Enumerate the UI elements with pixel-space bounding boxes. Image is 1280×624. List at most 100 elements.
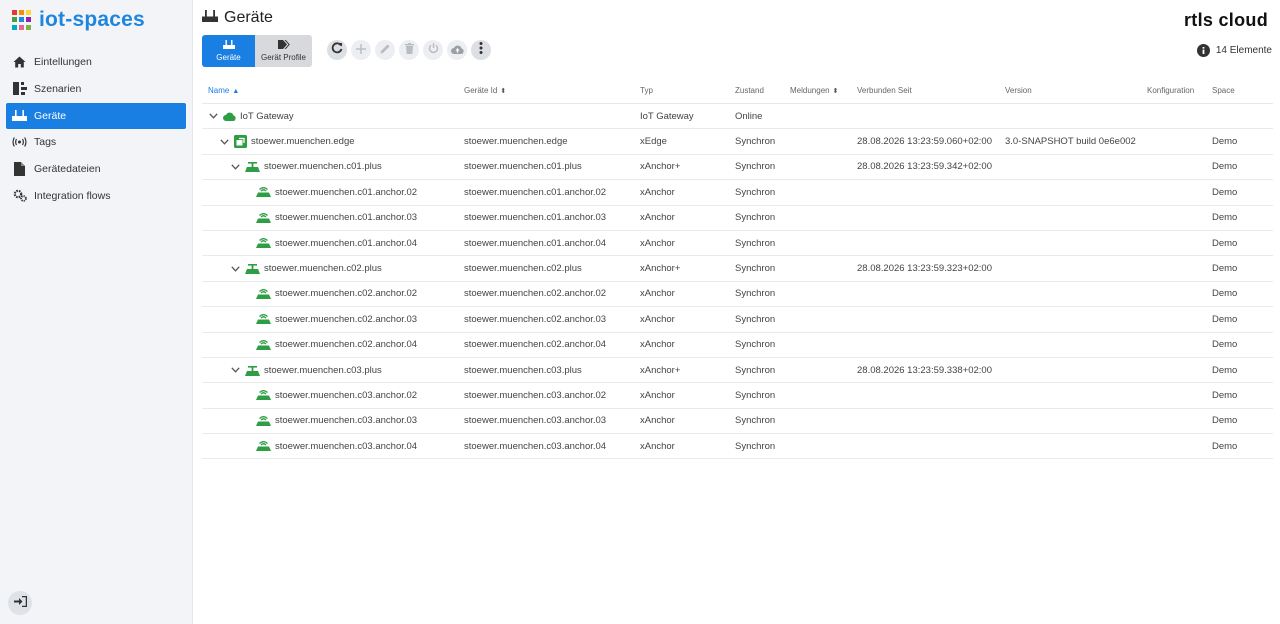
- device-id: stoewer.muenchen.c02.anchor.02: [464, 288, 607, 300]
- column-header-verbunden[interactable]: Verbunden Seit: [857, 86, 912, 95]
- device-type: xAnchor: [640, 440, 675, 452]
- view-toggle: Geräte Gerät Profile: [202, 35, 312, 67]
- device-state: Synchron: [735, 440, 776, 452]
- device-state: Synchron: [735, 263, 776, 275]
- device-state: Synchron: [735, 237, 776, 249]
- sidebar-item-geraetedateien[interactable]: Gerätedateien: [6, 156, 186, 182]
- delete-button[interactable]: [399, 40, 419, 60]
- devices-table: Name ▲ Geräte Id ⬍ Typ Zustand Meldungen ⬍ …: [202, 77, 1273, 460]
- device-space: Demo: [1212, 389, 1238, 401]
- table-row[interactable]: stoewer.muenchen.c02.anchor.03 stoewer.mu…: [202, 307, 1273, 333]
- sidebar-item-label: Szenarien: [34, 82, 82, 95]
- cloud-upload-button[interactable]: [447, 40, 467, 60]
- table-row[interactable]: IoT Gateway IoT Gateway Online: [202, 104, 1273, 130]
- table-row[interactable]: stoewer.muenchen.c02.plus stoewer.muenche…: [202, 256, 1273, 282]
- device-space: Demo: [1212, 212, 1238, 224]
- collapse-sidebar-button[interactable]: [8, 591, 32, 615]
- devices-view-label: Geräte: [216, 53, 241, 62]
- device-type: xAnchor: [640, 339, 675, 351]
- table-row[interactable]: stoewer.muenchen.c03.anchor.02 stoewer.mu…: [202, 383, 1273, 409]
- name-cell: stoewer.muenchen.c02.plus: [230, 263, 382, 275]
- chevron-down-icon[interactable]: [230, 365, 240, 375]
- sidebar-item-integration-flows[interactable]: Integration flows: [6, 183, 186, 209]
- table-row[interactable]: stoewer.muenchen.c01.anchor.04 stoewer.mu…: [202, 231, 1273, 257]
- sidebar-item-label: Tags: [34, 136, 57, 149]
- sidebar: iot-spaces Eintellungen Szenarien Geräte: [0, 0, 193, 624]
- edge-icon: [234, 135, 247, 149]
- device-type: xAnchor: [640, 186, 675, 198]
- sidebar-item-einstellungen[interactable]: Eintellungen: [6, 49, 186, 75]
- brand-grid-square: [19, 17, 24, 23]
- chevron-down-icon[interactable]: [230, 162, 240, 172]
- device-state: Online: [735, 110, 763, 122]
- device-type: xAnchor+: [640, 364, 681, 376]
- sidebar-item-szenarien[interactable]: Szenarien: [6, 76, 186, 102]
- cloud-icon: [223, 112, 236, 121]
- chevron-down-icon[interactable]: [219, 137, 229, 147]
- profiles-view-button[interactable]: Gerät Profile: [255, 35, 312, 67]
- table-row[interactable]: stoewer.muenchen.c01.anchor.02 stoewer.mu…: [202, 180, 1273, 206]
- table-row[interactable]: stoewer.muenchen.c02.anchor.04 stoewer.mu…: [202, 333, 1273, 358]
- element-count-text: 14 Elemente: [1215, 45, 1272, 56]
- chevron-down-icon[interactable]: [208, 111, 218, 121]
- brand-grid-square: [19, 10, 24, 15]
- table-row[interactable]: stoewer.muenchen.c01.anchor.03 stoewer.mu…: [202, 206, 1273, 231]
- rtls-logo: rtls cloud: [1183, 10, 1268, 30]
- device-version: 3.0-SNAPSHOT build 0e6e002: [1005, 136, 1136, 148]
- column-header-version[interactable]: Version: [1005, 86, 1032, 95]
- device-state: Synchron: [735, 161, 776, 173]
- anchor-icon: [256, 187, 271, 198]
- devices-view-button[interactable]: Geräte: [202, 35, 255, 67]
- device-name: stoewer.muenchen.c02.anchor.02: [275, 288, 418, 300]
- device-space: Demo: [1212, 263, 1238, 275]
- edit-button[interactable]: [375, 40, 395, 60]
- cloud-upload-icon: [450, 41, 464, 59]
- sidebar-item-tags[interactable]: Tags: [6, 129, 186, 155]
- brand-grid-square: [12, 17, 17, 23]
- name-cell: stoewer.muenchen.c03.anchor.03: [241, 415, 417, 426]
- connected-since: 28.08.2026 13:23:59.338+02:00: [857, 364, 992, 376]
- scenarios-icon: [12, 81, 27, 96]
- device-name: stoewer.muenchen.c01.anchor.02: [275, 186, 418, 198]
- brand-name: iot-spaces: [39, 8, 145, 31]
- table-row[interactable]: stoewer.muenchen.c01.plus stoewer.muenche…: [202, 155, 1273, 181]
- more-vertical-icon: [479, 41, 483, 59]
- table-row[interactable]: stoewer.muenchen.c03.plus stoewer.muenche…: [202, 358, 1273, 384]
- device-state: Synchron: [735, 415, 776, 427]
- device-type: xAnchor: [640, 212, 675, 224]
- power-button[interactable]: [423, 40, 443, 60]
- column-header-typ[interactable]: Typ: [640, 86, 653, 95]
- column-header-name[interactable]: Name ▲: [208, 86, 239, 95]
- device-name: stoewer.muenchen.c03.anchor.04: [275, 440, 418, 452]
- table-row[interactable]: stoewer.muenchen.c03.anchor.03 stoewer.mu…: [202, 409, 1273, 435]
- column-header-konfiguration[interactable]: Konfiguration: [1147, 86, 1194, 95]
- more-options-button[interactable]: [471, 40, 491, 60]
- anchor-icon: [256, 415, 271, 426]
- sign-in-icon: [13, 594, 27, 612]
- name-cell: stoewer.muenchen.edge: [219, 135, 355, 149]
- table-row[interactable]: stoewer.muenchen.edge stoewer.muenchen.ed…: [202, 129, 1273, 155]
- column-header-zustand[interactable]: Zustand: [735, 86, 764, 95]
- refresh-button[interactable]: [327, 40, 347, 60]
- device-name: stoewer.muenchen.c01.anchor.03: [275, 212, 418, 224]
- device-id: stoewer.muenchen.c01.anchor.03: [464, 212, 607, 224]
- brand[interactable]: iot-spaces: [12, 8, 145, 32]
- column-header-space[interactable]: Space: [1212, 86, 1235, 95]
- name-cell: stoewer.muenchen.c03.plus: [230, 365, 382, 376]
- device-state: Synchron: [735, 136, 776, 148]
- sidebar-item-geraete[interactable]: Geräte: [6, 102, 186, 129]
- chevron-down-icon[interactable]: [230, 264, 240, 274]
- column-header-label: Meldungen: [790, 85, 830, 95]
- table-row[interactable]: stoewer.muenchen.c03.anchor.04 stoewer.mu…: [202, 434, 1273, 460]
- sidebar-nav: Eintellungen Szenarien Geräte Tags Gerät…: [6, 49, 186, 210]
- home-icon: [12, 55, 27, 70]
- name-cell: IoT Gateway: [208, 111, 294, 122]
- column-header-meldungen[interactable]: Meldungen ⬍: [790, 86, 838, 95]
- column-header-id[interactable]: Geräte Id ⬍: [464, 86, 506, 95]
- table-row[interactable]: stoewer.muenchen.c02.anchor.02 stoewer.mu…: [202, 282, 1273, 308]
- device-space: Demo: [1212, 440, 1238, 452]
- device-id: stoewer.muenchen.c03.anchor.03: [464, 415, 607, 427]
- anchor-plus-icon: [245, 365, 260, 376]
- add-button[interactable]: [351, 40, 371, 60]
- anchor-icon: [256, 390, 271, 401]
